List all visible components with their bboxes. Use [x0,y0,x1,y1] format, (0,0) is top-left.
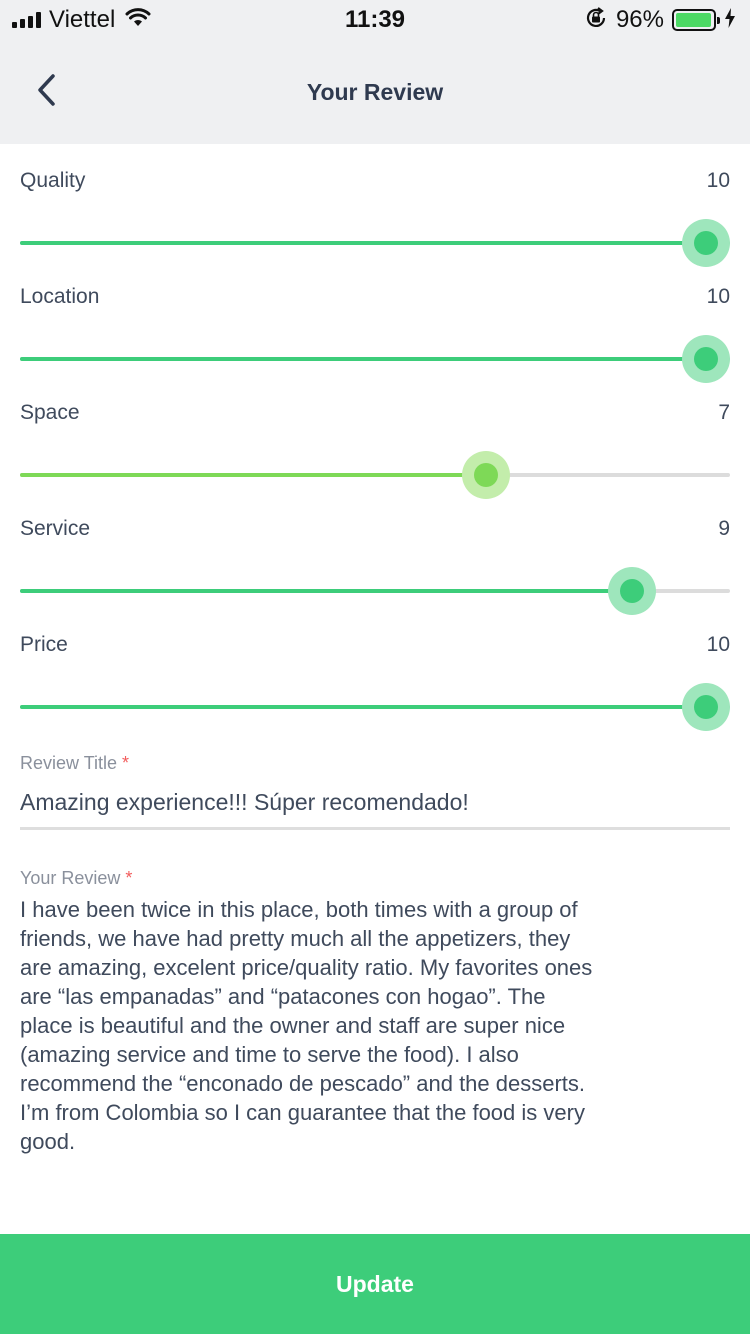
slider-thumb[interactable] [682,335,730,383]
battery-cap [717,17,720,24]
slider-thumb[interactable] [462,451,510,499]
required-mark: * [122,753,130,773]
slider-thumb[interactable] [682,219,730,267]
rating-label: Location [20,285,100,308]
battery-percent: 96% [615,6,664,33]
battery-level [676,13,711,27]
review-title-label: Review Title * [20,750,730,776]
carrier-name: Viettel [49,6,116,33]
slider-thumb-dot [694,695,718,719]
slider-track[interactable] [20,335,730,383]
orientation-lock-icon [584,6,608,35]
signal-icon [12,12,41,28]
slider-fill [20,357,730,361]
page-title: Your Review [306,79,444,105]
review-title-field: Review Title * [20,750,730,840]
rating-slider-location: Location 10 [20,280,730,396]
slider-thumb-dot [474,463,498,487]
status-right: 96% [584,6,736,34]
slider-fill [20,589,632,593]
slider-thumb-dot [620,579,644,603]
slider-track[interactable] [20,567,730,615]
slider-fill [20,241,730,245]
rating-value: 10 [706,169,730,192]
slider-track[interactable] [20,219,730,267]
rating-value: 10 [706,633,730,656]
review-body-text[interactable]: I have been twice in this place, both ti… [20,895,730,1156]
status-left: Viettel [12,6,151,34]
wifi-icon [125,7,151,33]
slider-fill [20,705,730,709]
slider-track[interactable] [20,683,730,731]
slider-thumb-dot [694,347,718,371]
status-bar: Viettel 11:39 96% [0,0,750,40]
rating-slider-space: Space 7 [20,396,730,512]
charging-bolt-icon [724,7,736,34]
rating-label: Price [20,633,68,656]
rating-slider-price: Price 10 [20,628,730,744]
review-body-label-text: Your Review [20,868,121,888]
required-mark: * [125,868,133,888]
rating-value: 10 [706,285,730,308]
slider-fill [20,473,486,477]
update-button[interactable]: Update [0,1234,750,1334]
rating-value: 7 [718,401,730,424]
slider-thumb[interactable] [682,683,730,731]
rating-slider-quality: Quality 10 [20,164,730,280]
rating-label: Space [20,401,80,424]
rating-slider-service: Service 9 [20,512,730,628]
review-title-input[interactable] [20,778,730,830]
slider-thumb[interactable] [608,567,656,615]
review-body-field[interactable]: Your Review * I have been twice in this … [20,865,730,1185]
nav-bar: Your Review [0,40,750,144]
rating-value: 9 [718,517,730,540]
review-title-label-text: Review Title [20,753,118,773]
slider-track[interactable] [20,451,730,499]
rating-label: Service [20,517,91,540]
battery-icon [672,9,720,31]
slider-thumb-dot [694,231,718,255]
rating-label: Quality [20,169,86,192]
review-body-label: Your Review * [20,865,730,891]
